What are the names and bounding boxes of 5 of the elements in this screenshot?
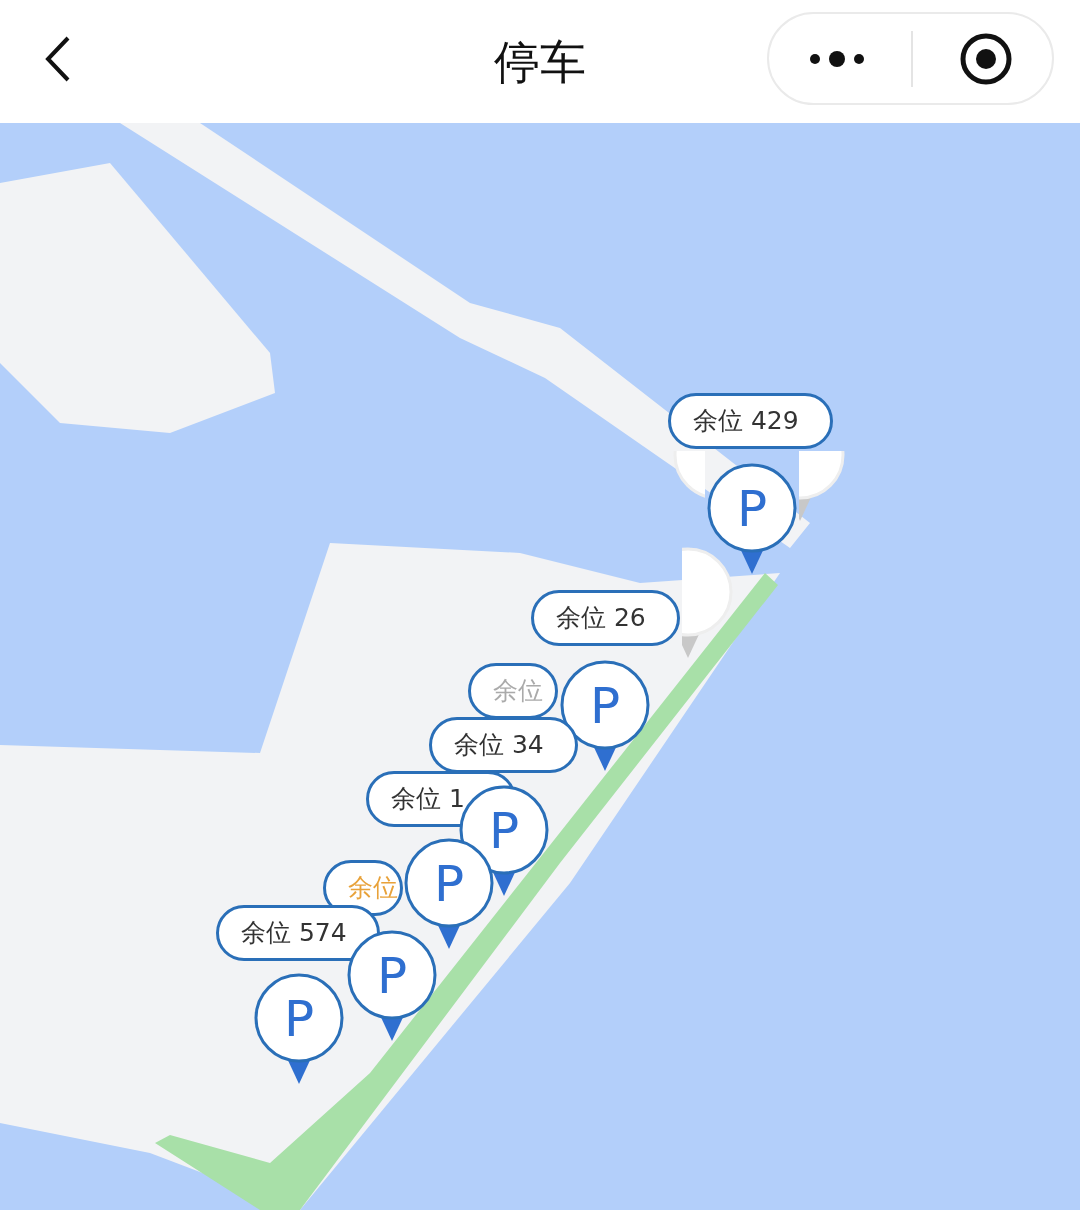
spaces-callout[interactable]: 余位 429 [668,393,833,449]
spaces-callout[interactable]: 余位 26 [531,590,680,646]
spaces-callout[interactable]: 余位 34 [429,717,578,773]
close-button[interactable] [959,31,1014,86]
page-title: 停车 [494,38,586,85]
